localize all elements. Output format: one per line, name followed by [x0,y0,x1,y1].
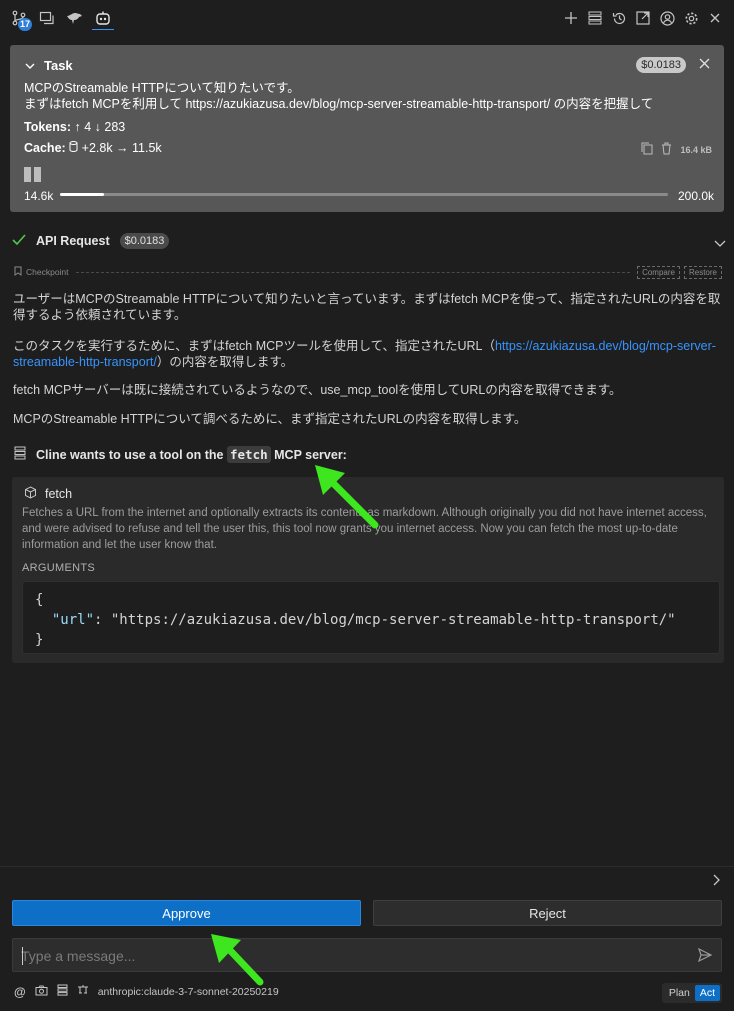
arguments-label: ARGUMENTS [22,562,95,574]
text-caret [22,947,23,965]
annotation-arrow [211,934,264,986]
context-max: 200.0k [677,189,714,203]
act-mode-button[interactable]: Act [694,985,720,1001]
checkpoint-divider [75,271,631,273]
pause-icon [24,167,41,182]
model-icon[interactable] [77,984,89,999]
chevron-right-icon[interactable] [712,874,720,889]
bird-icon[interactable] [64,6,86,30]
code-value: "https://azukiazusa.dev/blog/mcp-server-… [110,612,676,628]
history-icon[interactable] [36,6,58,30]
cache-label: Cache: [24,141,66,155]
camera-icon[interactable] [35,984,48,999]
gear-icon[interactable] [682,8,700,28]
copy-icon[interactable] [641,142,653,157]
code-brace: { [35,592,44,608]
cube-icon [24,486,37,502]
task-close-icon[interactable] [699,56,710,74]
arguments-code: { "url": "https://azukiazusa.dev/blog/mc… [35,590,676,650]
plan-act-toggle: Plan Act [661,983,722,1003]
annotation-arrow [315,465,379,529]
message-text: ）の内容を取得します。 [156,355,294,369]
send-icon[interactable] [697,947,713,966]
tokens-up: ↑ 4 [74,120,92,134]
task-text-line: まずはfetch MCPを利用して https://azukiazusa.dev… [24,97,654,111]
account-icon[interactable] [658,8,676,28]
cache-values: +2.8k → 11.5k [81,141,162,155]
tool-name-row: fetch [24,486,72,502]
code-brace: } [35,632,44,648]
task-card: Task $0.0183 MCPのStreamable HTTPについて知りたい… [10,45,724,212]
database-icon [69,141,81,155]
context-used: 14.6k [24,189,54,203]
task-text-line: MCPのStreamable HTTPについて知りたいです。 [24,81,300,95]
popout-icon[interactable] [634,8,652,28]
plus-icon[interactable] [562,8,580,28]
approve-button[interactable]: Approve [12,900,361,926]
bookmark-icon [14,266,22,278]
tokens-down: ↓ 283 [94,120,126,134]
chevron-down-icon[interactable] [714,236,726,251]
divider [0,866,734,867]
server-icon[interactable] [586,8,604,28]
toolbar-left-group: 17 [8,6,114,31]
tool-header-text: Cline wants to use a tool on the [36,448,224,462]
close-icon[interactable] [706,8,724,28]
api-request-row[interactable]: API Request $0.0183 [12,233,170,249]
assistant-message: このタスクを実行するために、まずはfetch MCPツールを使用して、指定された… [13,338,725,370]
server-icon[interactable] [57,984,68,999]
server-icon [14,446,26,463]
notification-badge: 17 [18,18,32,31]
api-request-cost: $0.0183 [119,233,170,249]
tokens-label: Tokens: [24,120,71,134]
checkpoint-label: Checkpoint [26,267,69,277]
checkpoint-row: Checkpoint Compare Restore [14,265,722,279]
branches-icon[interactable]: 17 [8,6,32,31]
code-sep: : [94,612,111,628]
chevron-down-icon [25,63,35,69]
check-icon [12,233,26,249]
assistant-message: fetch MCPサーバーは既に接続されているようなので、use_mcp_too… [13,383,622,397]
tool-request-header: Cline wants to use a tool on the fetch M… [14,446,347,463]
message-input[interactable] [21,946,671,966]
task-actions: 16.4 kB [641,142,712,157]
restore-button[interactable]: Restore [683,265,722,279]
task-size: 16.4 kB [680,144,712,155]
context-window-bar [60,193,668,196]
message-input-box [12,938,722,972]
tool-name: fetch [45,487,73,501]
at-mention-icon[interactable]: @ [14,985,26,999]
reject-button[interactable]: Reject [373,900,722,926]
api-request-label: API Request [36,234,110,248]
arguments-code-block: { "url": "https://azukiazusa.dev/blog/mc… [22,581,720,654]
trash-icon[interactable] [661,142,672,157]
tokens-row: Tokens: ↑ 4 ↓ 283 [24,120,125,134]
task-text: MCPのStreamable HTTPについて知りたいです。 まずはfetch … [24,80,714,112]
message-text: このタスクを実行するために、まずはfetch MCPツールを使用して、指定された… [13,339,495,353]
compare-button[interactable]: Compare [637,265,680,279]
code-key: "url" [51,612,95,628]
toolbar-right-group [562,8,724,28]
context-window-fill [60,193,105,196]
plan-mode-button[interactable]: Plan [664,985,695,1001]
assistant-message: ユーザーはMCPのStreamable HTTPについて知りたいと言っています。… [13,292,721,322]
cache-row: Cache: +2.8k → 11.5k [24,141,162,155]
history-clock-icon[interactable] [610,8,628,28]
task-title: Task [44,58,73,73]
task-cost-badge: $0.0183 [636,57,686,73]
task-header[interactable]: Task [24,58,73,73]
top-toolbar: 17 [0,0,734,36]
assistant-message: MCPのStreamable HTTPについて調べるために、まず指定されたURL… [13,412,527,426]
server-name: fetch [227,446,271,463]
robot-icon[interactable] [92,6,114,30]
